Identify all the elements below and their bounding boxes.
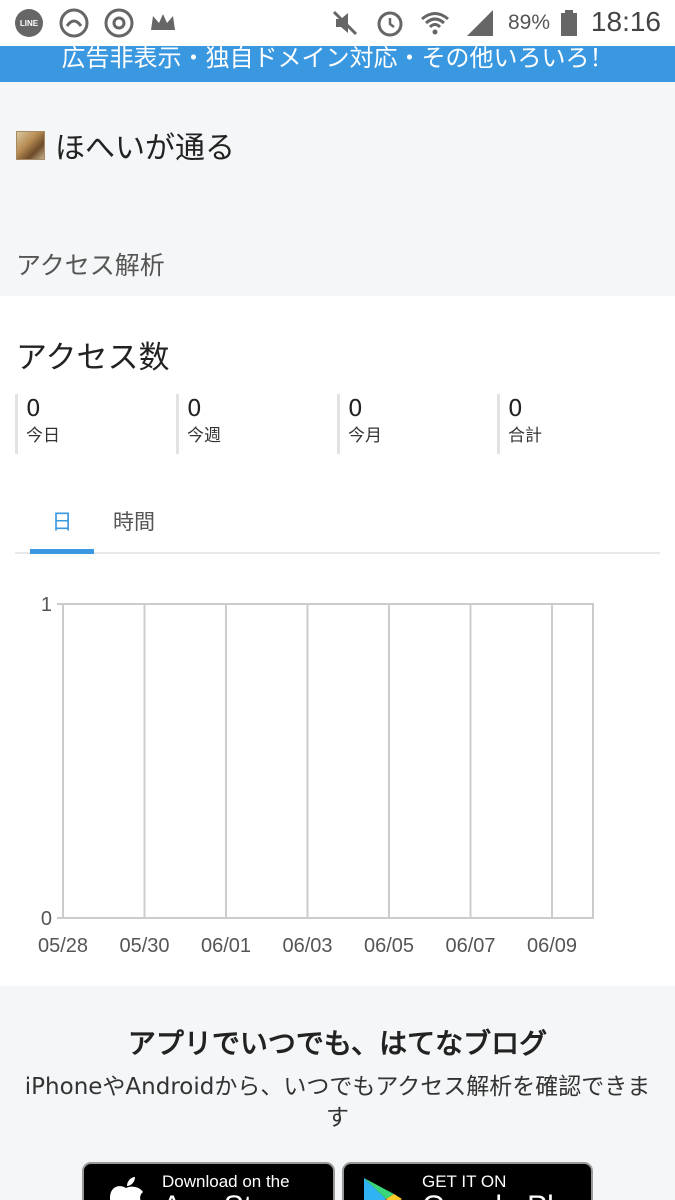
- stat-value: 0: [348, 396, 363, 422]
- x-tick-label: 06/07: [445, 935, 495, 957]
- hands-icon: [59, 8, 89, 38]
- google-play-small-text: GET IT ON: [422, 1172, 507, 1191]
- x-tick-label: 05/28: [38, 935, 88, 957]
- blog-header[interactable]: ほへいが通る: [16, 125, 235, 166]
- section-title: アクセス解析: [16, 251, 165, 280]
- promo-title: アプリでいつでも、はてなブログ: [127, 1027, 548, 1060]
- clock: 18:16: [590, 6, 661, 37]
- chart-tabs: 日 時間: [15, 501, 660, 554]
- app-store-button[interactable]: Download on the App Store: [82, 1162, 335, 1200]
- stat-value: 0: [508, 396, 523, 422]
- tab-day[interactable]: 日: [30, 501, 94, 554]
- x-tick-label: 05/30: [119, 935, 169, 957]
- status-bar: LINE 89% 18:16: [0, 0, 675, 46]
- wifi-icon: [421, 12, 449, 35]
- y-tick-label: 0: [41, 908, 52, 930]
- stat-total: 0 合計: [497, 394, 657, 454]
- mute-icon: [332, 10, 358, 36]
- app-store-big-text: App Store: [162, 1190, 295, 1200]
- x-tick-label: 06/09: [527, 935, 577, 957]
- battery-icon: [561, 10, 577, 36]
- stat-value: 0: [187, 396, 202, 422]
- stat-value: 0: [26, 396, 41, 422]
- app-store-small-text: Download on the: [162, 1172, 290, 1191]
- battery-percent: 89%: [508, 11, 551, 34]
- x-tick-label: 06/05: [364, 935, 414, 957]
- svg-text:LINE: LINE: [20, 19, 39, 28]
- stat-week: 0 今週: [176, 394, 336, 454]
- access-title: アクセス数: [16, 340, 170, 376]
- access-chart: 05/28 05/30 06/01 06/03 06/05 06/07 06/09 1 0: [38, 594, 594, 957]
- tab-hour[interactable]: 時間: [105, 501, 163, 552]
- signal-icon: [467, 10, 493, 36]
- stat-label: 今日: [26, 426, 60, 446]
- stat-label: 合計: [508, 426, 542, 446]
- line-icon: LINE: [15, 9, 43, 37]
- x-tick-label: 06/03: [282, 935, 332, 957]
- stat-label: 今週: [187, 426, 221, 446]
- chrome-icon: [104, 8, 134, 38]
- google-play-icon: [364, 1178, 402, 1200]
- promo-subtitle: iPhoneやAndroidから、いつでもアクセス解析を確認できます: [24, 1074, 651, 1131]
- access-panel: アクセス数 0 今日 0 今週 0 今月 0 合計 日 時間 05/28 05/3…: [0, 296, 675, 986]
- stat-label: 今月: [348, 426, 382, 446]
- google-play-button[interactable]: GET IT ON Google Play: [342, 1162, 593, 1200]
- apple-icon: [110, 1177, 143, 1200]
- chart-frame: [62, 603, 594, 919]
- y-tick-label: 1: [41, 594, 52, 616]
- google-play-big-text: Google Play: [422, 1190, 585, 1200]
- blog-avatar: [16, 130, 45, 160]
- crown-icon: [151, 14, 175, 30]
- upgrade-banner[interactable]: 広告非表示・独自ドメイン対応・その他いろいろ！: [0, 46, 675, 82]
- stat-today: 0 今日: [15, 394, 175, 454]
- stat-month: 0 今月: [337, 394, 497, 454]
- alarm-icon: [377, 11, 403, 37]
- access-stats: 0 今日 0 今週 0 今月 0 合計: [15, 394, 660, 454]
- blog-name: ほへいが通る: [55, 131, 235, 166]
- banner-text: 広告非表示・独自ドメイン対応・その他いろいろ！: [61, 46, 614, 72]
- x-tick-label: 06/01: [201, 935, 251, 957]
